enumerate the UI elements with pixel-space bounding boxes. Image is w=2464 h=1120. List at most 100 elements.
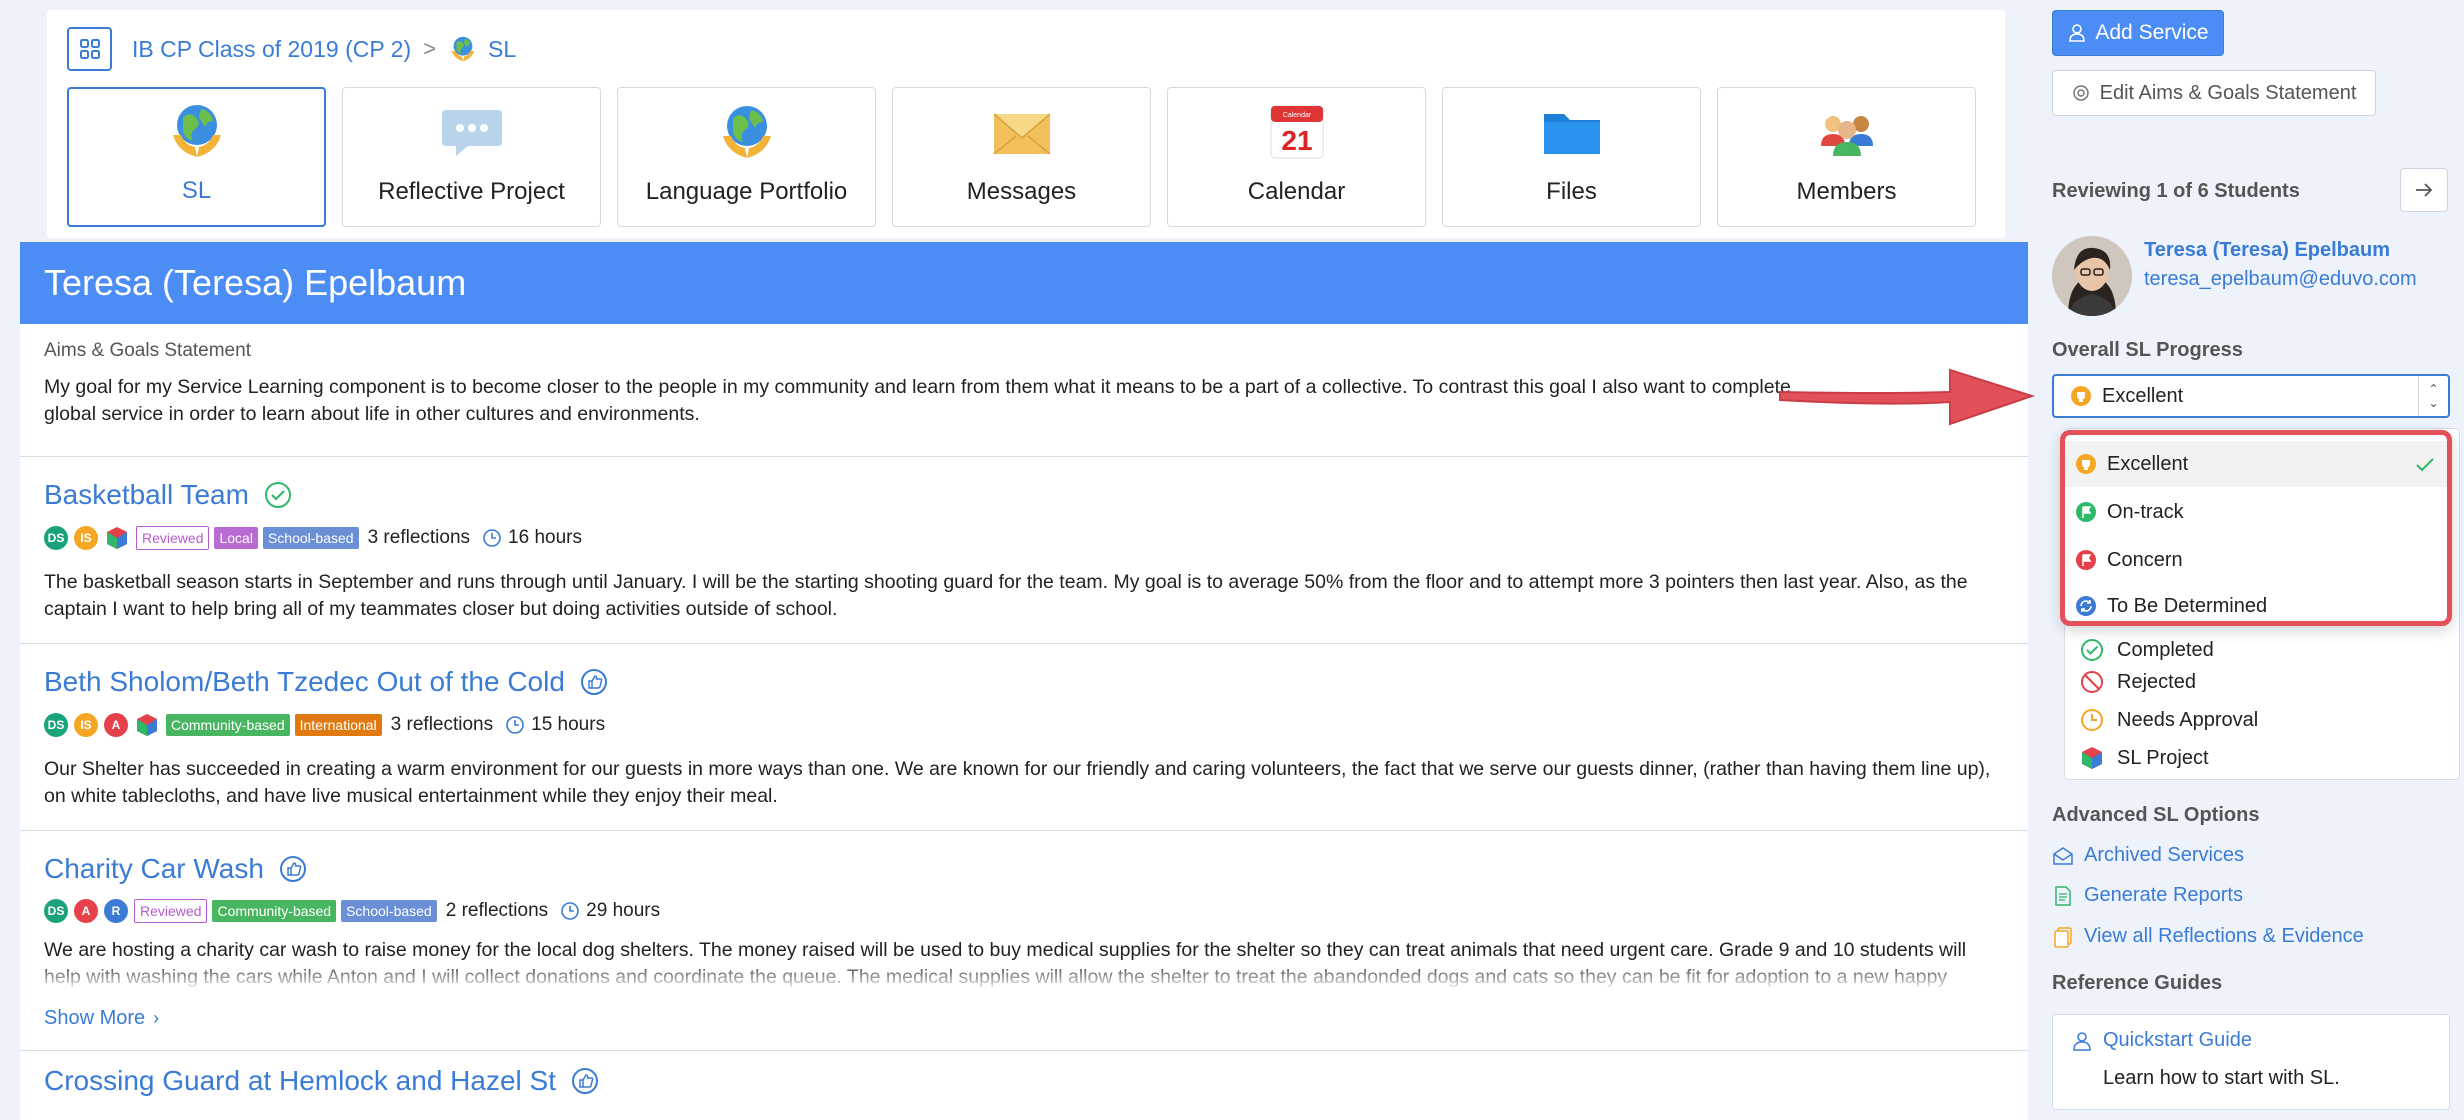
option-excellent[interactable]: Excellent <box>2065 441 2447 487</box>
avatar: A <box>74 899 98 923</box>
progress-select[interactable]: Excellent ⌃ ⌄ <box>2052 374 2450 418</box>
reflections-count: 3 reflections <box>390 714 494 735</box>
refresh-icon <box>2076 596 2096 616</box>
service-title-link[interactable]: Beth Sholom/Beth Tzedec Out of the Cold <box>44 666 565 698</box>
documents-icon <box>2054 926 2072 948</box>
tag-international: International <box>294 714 382 736</box>
tab-label: Messages <box>966 178 1077 205</box>
avatar: DS <box>44 526 68 550</box>
tab-label: Members <box>1796 178 1897 205</box>
progress-select-value: Excellent <box>2102 384 2184 407</box>
tab-sl[interactable]: SL <box>67 87 326 227</box>
globe-hands-icon <box>451 36 475 62</box>
tab-label: SL <box>181 177 212 204</box>
service-meta: DS A R Reviewed Community-based School-b… <box>44 899 2004 923</box>
hours-count: 15 hours <box>531 714 606 735</box>
tab-language-portfolio[interactable]: Language Portfolio <box>617 87 876 227</box>
description-fade: We are hosting a charity car wash to rai… <box>44 923 2004 991</box>
reflections-count: 2 reflections <box>445 900 549 921</box>
people-icon <box>1820 116 1873 156</box>
progress-dropdown-menu: Excellent On-track Concern To Be Determi… <box>2060 430 2452 626</box>
tab-label: Files <box>1546 178 1597 205</box>
tab-reflective-project[interactable]: Reflective Project <box>342 87 601 227</box>
student-detail-panel: Teresa (Teresa) Epelbaum Aims & Goals St… <box>20 242 2028 1120</box>
service-title-link[interactable]: Charity Car Wash <box>44 853 264 885</box>
option-on-track[interactable]: On-track <box>2065 489 2447 535</box>
breadcrumb-class[interactable]: IB CP Class of 2019 (CP 2) <box>132 36 411 63</box>
generate-reports-link[interactable]: Generate Reports <box>2052 884 2243 907</box>
thumbs-up-icon <box>279 856 306 882</box>
legend-rejected: Rejected <box>2079 669 2196 695</box>
tag-reviewed: Reviewed <box>134 899 208 923</box>
reference-guides-label: Reference Guides <box>2052 972 2223 994</box>
archived-services-link[interactable]: Archived Services <box>2052 844 2244 867</box>
legend-needs-approval: Needs Approval <box>2079 707 2258 733</box>
tab-messages[interactable]: Messages <box>892 87 1151 227</box>
tag-community-based: Community-based <box>212 900 337 922</box>
edit-aims-label: Edit Aims & Goals Statement <box>2099 81 2357 104</box>
avatar: A <box>104 713 128 737</box>
checkmark-icon <box>2416 458 2434 472</box>
quickstart-guide-link[interactable]: Quickstart Guide <box>2071 1029 2252 1052</box>
link-label: View all Reflections & Evidence <box>2084 925 2364 947</box>
sl-project-cube-icon <box>137 714 157 736</box>
aims-text: My goal for my Service Learning componen… <box>44 376 1791 425</box>
service-description: We are hosting a charity car wash to rai… <box>44 939 1967 988</box>
globe-hands-icon <box>172 105 221 157</box>
clock-icon <box>483 529 501 547</box>
tab-label: Reflective Project <box>378 178 565 205</box>
option-to-be-determined[interactable]: To Be Determined <box>2065 583 2447 629</box>
module-tabs: SL Reflective Project Language Portfolio <box>67 87 1992 227</box>
profile-name-link[interactable]: Teresa (Teresa) Epelbaum <box>2144 239 2390 262</box>
legend-label: Rejected <box>2117 670 2196 693</box>
check-circle-icon <box>264 482 291 508</box>
aims-title: Aims & Goals Statement <box>44 340 251 361</box>
service-title-link[interactable]: Basketball Team <box>44 479 249 511</box>
tab-members[interactable]: Members <box>1717 87 1976 227</box>
chevron-right-icon: › <box>153 1008 160 1028</box>
service-meta: DS IS Reviewed Local School-based 3 refl… <box>44 525 2004 551</box>
clock-icon <box>2081 709 2103 731</box>
service-item: Charity Car Wash DS A R Reviewed Communi… <box>20 831 2028 1051</box>
show-more-link[interactable]: Show More › <box>44 1007 2004 1030</box>
profile-email-link[interactable]: teresa_epelbaum@eduvo.com <box>2144 268 2417 291</box>
service-meta: DS IS A Community-based International 3 … <box>44 712 2004 738</box>
tag-school-based: School-based <box>341 900 437 922</box>
tab-files[interactable]: Files <box>1442 87 1701 227</box>
breadcrumb-current[interactable]: SL <box>488 36 516 63</box>
tab-calendar[interactable]: Calendar 21 Calendar <box>1167 87 1426 227</box>
user-icon <box>2073 1031 2091 1051</box>
service-title-link[interactable]: Crossing Guard at Hemlock and Hazel St <box>44 1065 556 1097</box>
sl-project-cube-icon <box>2082 747 2102 769</box>
legend-label: SL Project <box>2117 746 2209 769</box>
next-student-button[interactable] <box>2400 168 2448 212</box>
globe-hands-icon <box>722 106 771 158</box>
breadcrumb-separator: > <box>423 36 436 61</box>
option-label: On-track <box>2107 500 2184 523</box>
app-grid-button[interactable] <box>67 27 112 71</box>
avatar: DS <box>44 713 68 737</box>
tag-local: Local <box>214 527 258 549</box>
prohibited-icon <box>2081 671 2103 693</box>
edit-aims-button[interactable]: Edit Aims & Goals Statement <box>2052 70 2376 116</box>
reflections-count: 3 reflections <box>367 527 471 548</box>
folder-icon <box>1543 114 1600 154</box>
avatar: IS <box>74 713 98 737</box>
legend-completed: Completed <box>2079 637 2214 663</box>
view-reflections-link[interactable]: View all Reflections & Evidence <box>2052 925 2364 948</box>
service-description: The basketball season starts in Septembe… <box>44 571 1968 620</box>
tag-community-based: Community-based <box>166 714 290 736</box>
avatar <box>2052 236 2132 316</box>
profile-photo-image <box>2052 236 2132 316</box>
flag-green-icon <box>2076 502 2096 522</box>
link-label: Archived Services <box>2084 844 2245 866</box>
thumbs-up-icon <box>572 1068 598 1094</box>
service-item: Beth Sholom/Beth Tzedec Out of the Cold … <box>20 644 2028 831</box>
service-item: Crossing Guard at Hemlock and Hazel St <box>20 1051 2028 1117</box>
option-label: Excellent <box>2107 452 2189 475</box>
option-concern[interactable]: Concern <box>2065 537 2447 583</box>
student-name-banner: Teresa (Teresa) Epelbaum <box>20 242 2028 324</box>
tab-label: Language Portfolio <box>645 178 848 205</box>
add-service-button[interactable]: Add Service <box>2052 10 2224 56</box>
clock-icon <box>506 716 524 734</box>
